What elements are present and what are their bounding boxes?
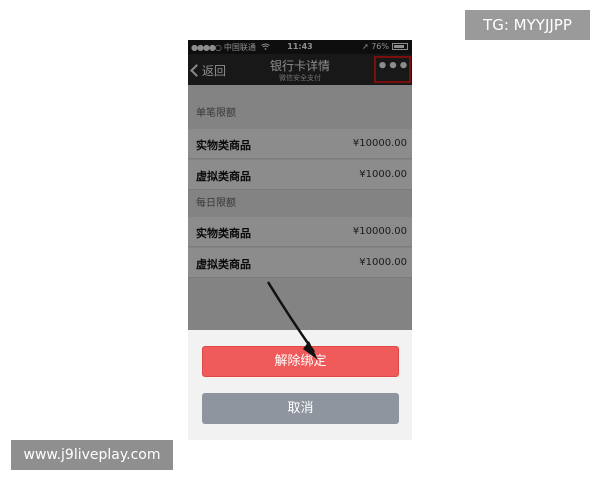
tg-watermark: TG: MYYJJPP bbox=[465, 10, 590, 40]
cancel-button[interactable]: 取消 bbox=[202, 393, 399, 424]
url-watermark: www.j9liveplay.com bbox=[11, 440, 173, 470]
phone-screen: ●●●●○ 中国联通 11:43 ➚ 76% 返回 银行卡详情 微信安全支付 ••… bbox=[188, 40, 412, 440]
screenshot-canvas: TG: MYYJJPP ●●●●○ 中国联通 11:43 ➚ 76% 返回 银行卡… bbox=[0, 0, 600, 480]
dim-overlay[interactable] bbox=[188, 40, 412, 330]
action-sheet: 解除绑定 取消 bbox=[188, 330, 412, 440]
unbind-card-button[interactable]: 解除绑定 bbox=[202, 346, 399, 377]
